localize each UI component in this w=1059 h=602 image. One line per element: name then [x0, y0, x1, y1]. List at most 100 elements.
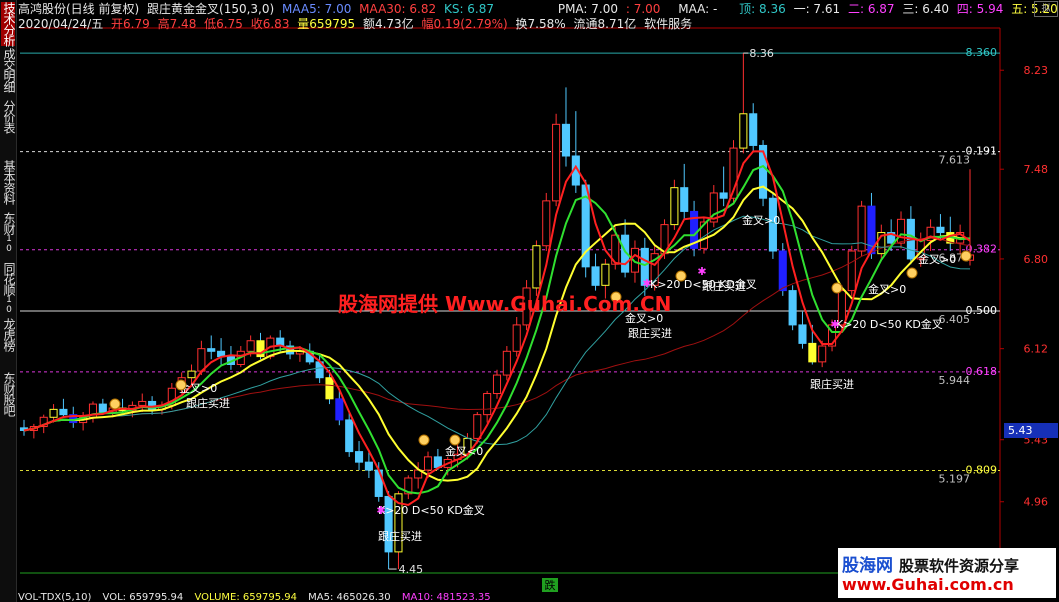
candle-body [364, 461, 373, 471]
level-ratio-label: 0.809 [966, 463, 998, 476]
signal-annotation: 金叉>0 [918, 252, 956, 266]
signal-annotation: 跟庄买进 [810, 377, 854, 391]
ks-value: KS: 6.87 [443, 2, 495, 16]
moneybag-icon [109, 398, 121, 410]
candle-body [739, 113, 748, 149]
level-ratio-label: 0.191 [966, 145, 998, 158]
level-ratio-label: 8.360 [966, 46, 998, 59]
y-tick-label: 7.48 [1024, 163, 1049, 176]
candle-body [49, 408, 58, 418]
y-tick-label: 6.12 [1024, 343, 1049, 356]
kd-cross-icon: ✱ [830, 318, 839, 331]
watermark-text: 股海网提供 Www.Guhai.Com.CN [338, 292, 672, 316]
float-cap: 流通8.71亿 [573, 17, 637, 31]
signal-annotation: 跟庄买进 [702, 279, 746, 293]
candle-body [798, 324, 807, 344]
signal-annotation: 跟庄买进 [378, 529, 422, 543]
candle-body [512, 324, 521, 352]
candle-body [818, 345, 827, 363]
signal-annotation: 金叉<0 [445, 444, 483, 458]
signal-annotation: 金叉>0 [868, 282, 906, 296]
footer-volume: VOLUME: 659795.94 [194, 593, 297, 602]
footer-vol: VOL-TDX(5,10) [18, 593, 92, 602]
header-row-2: 2020/04/24/五 开6.79 高7.48 低6.75 收6.83 量65… [18, 16, 696, 32]
y-tick-label: 8.23 [1024, 64, 1049, 77]
level-price-label: 7.613 [939, 154, 971, 167]
signal-annotation: 跟庄买进 [186, 396, 230, 410]
candle-body [325, 377, 334, 400]
candle-body [680, 187, 689, 212]
close-price: 收6.83 [250, 17, 290, 31]
signal-annotation: 跟庄买进 [628, 326, 672, 340]
footer-ma10: MA10: 481523.35 [401, 593, 491, 602]
bar-date: 2020/04/24/五 [18, 17, 104, 31]
footer-vol-val: VOL: 659795.94 [102, 593, 184, 602]
candle-body [552, 123, 561, 202]
pma-value: PMA: 7.00 [557, 2, 619, 16]
cursor-price-tag: 5.43 [1004, 423, 1058, 438]
candle-body [207, 348, 216, 352]
moneybag-icon [418, 434, 430, 446]
kd-cross-icon: ✱ [697, 265, 706, 278]
high-price-label: 8.36 [749, 47, 774, 60]
level-ratio-label: 0.618 [966, 365, 998, 378]
candle-body [187, 370, 196, 379]
toggle-button[interactable]: 拟 [1034, 1, 1058, 17]
sector: 软件服务 [644, 17, 693, 31]
level-2: 二: 6.87 [847, 2, 895, 16]
candle-body [532, 245, 541, 289]
moneybag-icon [675, 270, 687, 282]
low-price-label: 4.45 [399, 563, 424, 576]
candle-body [542, 200, 551, 247]
indicator-name[interactable]: 跟庄黄金金叉(150,3,0) [147, 2, 274, 16]
volume: 量659795 [297, 17, 356, 31]
candle-body [847, 250, 856, 292]
y-tick-label: 4.96 [1024, 496, 1049, 509]
candle-body [246, 340, 255, 352]
footer-ma5: MA5: 465026.30 [308, 593, 391, 602]
moneybag-icon [906, 267, 918, 279]
candle-body [788, 290, 797, 326]
candle-body [354, 451, 364, 463]
candle-body [936, 226, 945, 234]
level-price-label: 5.197 [939, 472, 971, 485]
candle-body [138, 400, 147, 406]
candle-body [59, 408, 68, 416]
level-3: 三: 6.40 [902, 2, 949, 16]
moneybag-icon [831, 282, 843, 294]
candle-body [670, 187, 679, 226]
candle-body [98, 403, 107, 413]
signal-annotation: K>20 D<50 KD金叉 [836, 317, 943, 331]
candle-body [857, 205, 866, 252]
maa30-value: MAA30: 6.82 [359, 2, 437, 16]
signal-annotation: K>20 D<50 KD金叉 [378, 503, 485, 517]
kd-cross-icon: ✱ [376, 504, 385, 517]
pma2-value: : 7.00 [625, 2, 661, 16]
logo-name: 股海网 [842, 556, 893, 576]
candle-body [492, 374, 502, 395]
candle-body [483, 393, 492, 416]
change: 幅0.19(2.79%) [421, 17, 508, 31]
low-price: 低6.75 [204, 17, 243, 31]
high-price: 高7.48 [157, 17, 197, 31]
candle-body [749, 113, 758, 146]
amount: 额4.73亿 [362, 17, 414, 31]
candle-body [601, 263, 610, 286]
header-row-1: 高鸿股份(日线 前复权) 跟庄黄金金叉(150,3,0) MAA5: 7.00 … [18, 1, 1059, 17]
stock-name[interactable]: 高鸿股份(日线 前复权) [18, 2, 139, 16]
maa5-value: MAA5: 7.00 [282, 2, 352, 16]
turnover: 换7.58% [515, 17, 566, 31]
candle-body [473, 414, 482, 439]
candle-body [591, 266, 600, 286]
moneybag-icon [175, 379, 187, 391]
candle-body [335, 398, 344, 421]
maa-value: MAA: - [678, 2, 718, 16]
level-top: 顶: 8.36 [739, 2, 786, 16]
moneybag-icon [960, 250, 972, 262]
moneybag-icon [449, 434, 461, 446]
signal-annotation: 金叉>0 [742, 213, 780, 227]
footer-indicator: VOL-TDX(5,10) VOL: 659795.94 VOLUME: 659… [18, 593, 499, 602]
y-tick-label: 6.80 [1024, 253, 1049, 266]
candle-body [561, 123, 571, 157]
candle-body [778, 250, 787, 292]
